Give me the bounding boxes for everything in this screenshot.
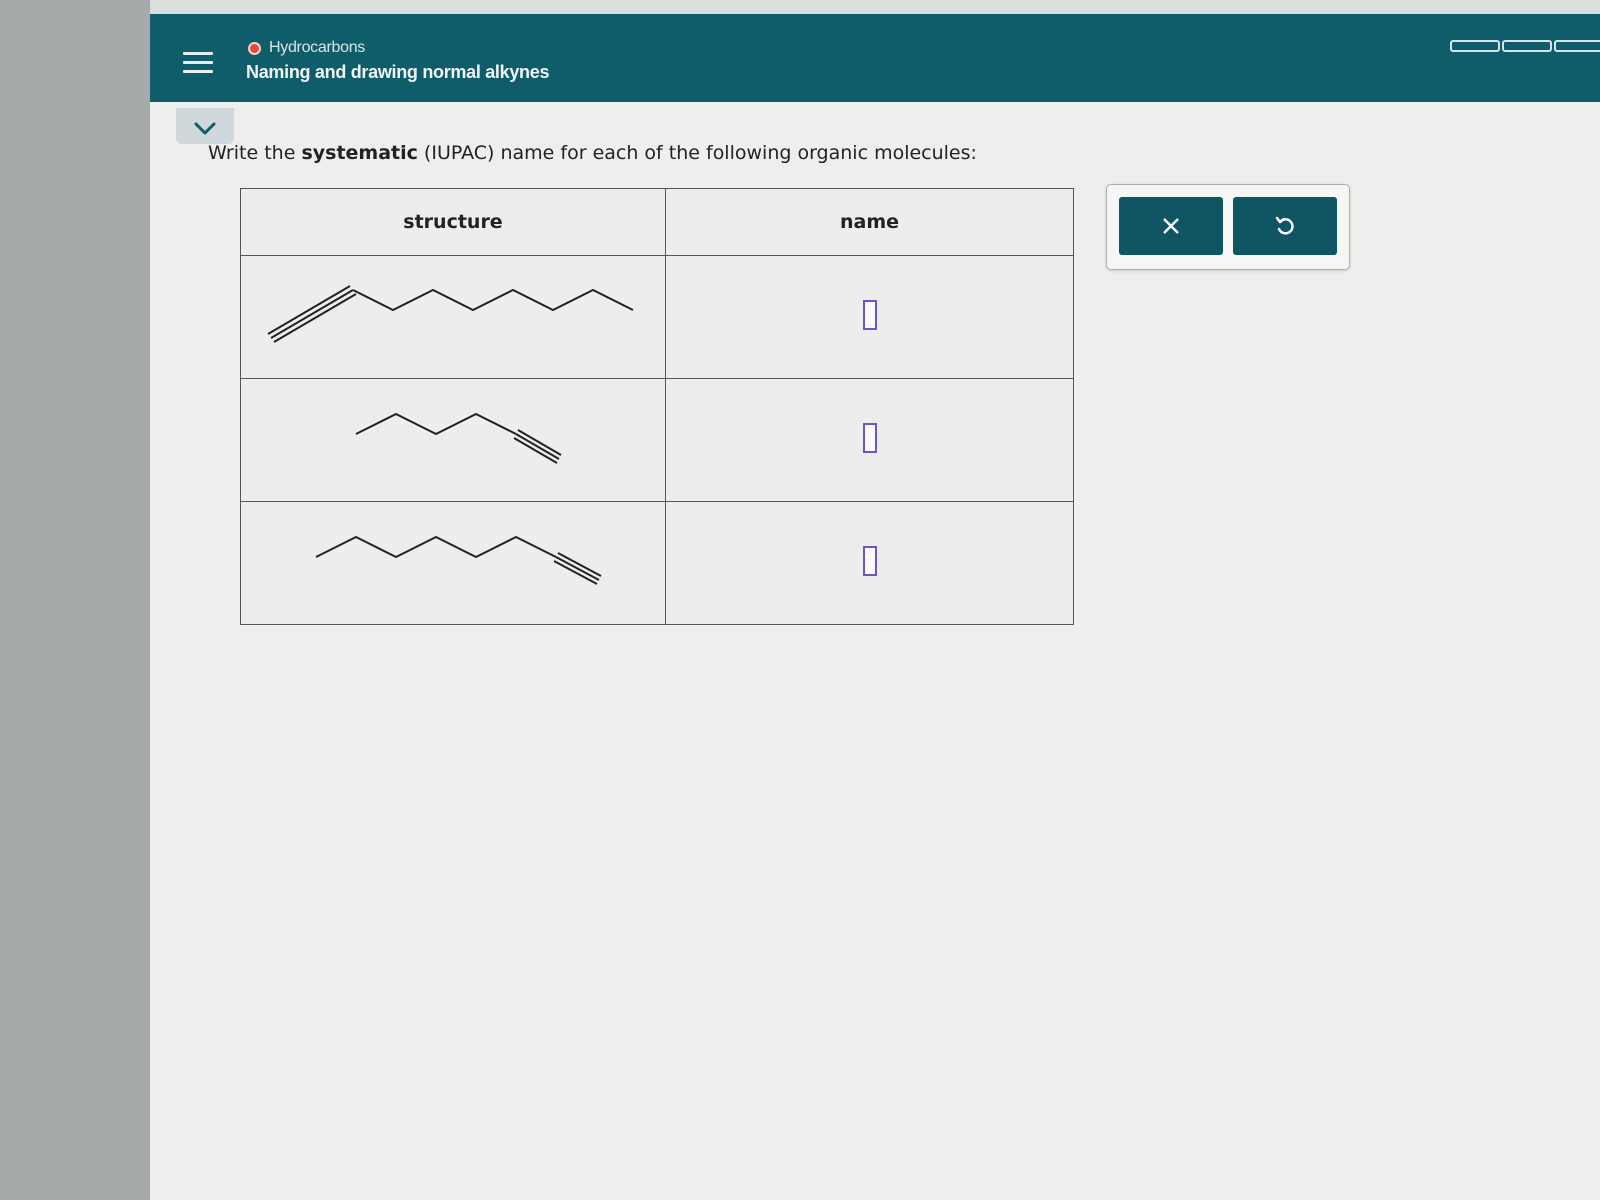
table-row (240, 501, 1074, 625)
undo-button[interactable] (1233, 197, 1337, 255)
progress-indicator (1450, 40, 1600, 52)
clear-button[interactable] (1119, 197, 1223, 255)
name-column-header: name (665, 188, 1074, 256)
alkyne-skeletal-structure-3 (315, 535, 602, 585)
answer-input[interactable] (862, 423, 877, 453)
progress-segment (1554, 40, 1600, 52)
hamburger-icon (176, 51, 220, 73)
table-row (240, 255, 1074, 379)
menu-button[interactable] (176, 40, 220, 84)
undo-icon (1275, 216, 1294, 235)
structure-cell (240, 255, 666, 379)
page-title: Naming and drawing normal alkynes (246, 62, 550, 82)
name-cell (665, 255, 1074, 379)
question-prefix: Write the (208, 142, 302, 164)
structure-cell (240, 378, 666, 502)
name-cell (665, 378, 1074, 502)
question-emphasis: systematic (301, 142, 418, 164)
topic-status-dot (248, 41, 261, 55)
structure-cell (240, 501, 666, 625)
topic-label: Hydrocarbons (269, 39, 366, 56)
molecule-table: structure name (240, 188, 1074, 625)
question-text: Write the systematic (IUPAC) name for ea… (208, 142, 977, 164)
answer-input[interactable] (862, 546, 877, 576)
collapse-toggle[interactable] (176, 108, 234, 144)
action-panel (1106, 184, 1350, 270)
alkyne-skeletal-structure-2 (355, 412, 562, 464)
answer-input[interactable] (862, 300, 877, 330)
question-suffix: (IUPAC) name for each of the following o… (417, 142, 977, 164)
alkyne-skeletal-structure-1 (267, 285, 634, 343)
table-row (240, 378, 1074, 502)
table-header-row: structure name (240, 188, 1074, 256)
topic-row: Hydrocarbons (248, 38, 365, 58)
chevron-down-icon (194, 122, 216, 135)
structure-column-header: structure (240, 188, 666, 256)
progress-segment (1450, 40, 1500, 52)
assignment-header (150, 14, 1600, 102)
progress-segment (1502, 40, 1552, 52)
name-cell (665, 501, 1074, 625)
x-icon (1163, 218, 1179, 234)
left-rail (0, 0, 170, 1200)
top-strip (150, 0, 1600, 14)
